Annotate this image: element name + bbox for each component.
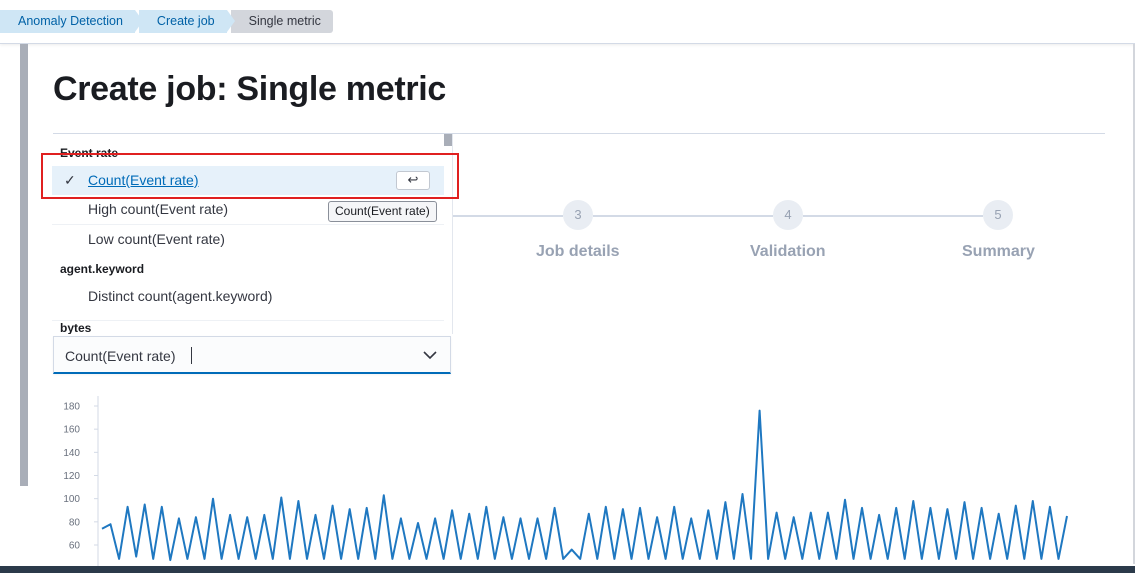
breadcrumb: Anomaly Detection Create job Single metr… <box>0 10 337 33</box>
event-rate-chart: 180 160 140 120 100 80 60 <box>63 396 1068 568</box>
text-caret <box>191 347 192 364</box>
step-5-number: 5 <box>983 200 1013 230</box>
option-tooltip: Count(Event rate) <box>328 201 437 222</box>
breadcrumb-label: Single metric <box>248 14 321 28</box>
breadcrumb-label: Create job <box>156 14 215 28</box>
top-bar: Anomaly Detection Create job Single metr… <box>0 0 1135 44</box>
group-title-agent-keyword: agent.keyword <box>60 262 145 276</box>
y-tick-label: 60 <box>69 541 81 552</box>
step-4-number: 4 <box>773 200 803 230</box>
breadcrumb-single-metric: Single metric <box>230 10 333 33</box>
page-title: Create job: Single metric <box>53 70 447 108</box>
option-low-count-event-rate[interactable]: Low count(Event rate) <box>52 224 444 253</box>
option-distinct-count-agent-keyword[interactable]: Distinct count(agent.keyword) <box>52 282 444 311</box>
y-tick-label: 180 <box>63 402 80 413</box>
chevron-down-icon[interactable] <box>422 347 438 363</box>
step-connector <box>440 215 563 217</box>
option-label: High count(Event rate) <box>88 201 229 217</box>
left-scroll-rail[interactable] <box>20 44 28 486</box>
step-3-label: Job details <box>536 243 620 260</box>
step-5-label: Summary <box>962 243 1035 260</box>
list-scrollbar[interactable] <box>444 134 452 146</box>
y-tick-label: 80 <box>69 517 81 528</box>
combobox-value: Count(Event rate) <box>65 348 176 364</box>
step-4-label: Validation <box>750 243 826 260</box>
breadcrumb-arrow <box>134 10 143 32</box>
wizard-steps: 3 4 5 Job details Validation Summary <box>440 200 1080 270</box>
y-tick-label: 100 <box>63 494 80 505</box>
y-tick-label: 120 <box>63 471 80 482</box>
breadcrumb-create-job[interactable]: Create job <box>138 10 235 33</box>
os-taskbar <box>0 566 1135 573</box>
y-tick-label: 160 <box>63 425 80 436</box>
option-label: Low count(Event rate) <box>88 231 225 247</box>
event-rate-series-line <box>101 409 1068 562</box>
step-connector <box>593 215 773 217</box>
y-tick-label: 140 <box>63 448 80 459</box>
breadcrumb-anomaly-detection[interactable]: Anomaly Detection <box>0 10 143 33</box>
aggregation-combobox[interactable]: Count(Event rate) <box>53 336 451 374</box>
breadcrumb-arrow <box>226 10 235 32</box>
group-title-bytes: bytes <box>52 320 444 334</box>
step-3-number: 3 <box>563 200 593 230</box>
breadcrumb-label: Anomaly Detection <box>18 14 123 28</box>
option-label: Distinct count(agent.keyword) <box>88 288 273 304</box>
step-connector <box>803 215 983 217</box>
selection-highlight-box <box>41 153 459 199</box>
